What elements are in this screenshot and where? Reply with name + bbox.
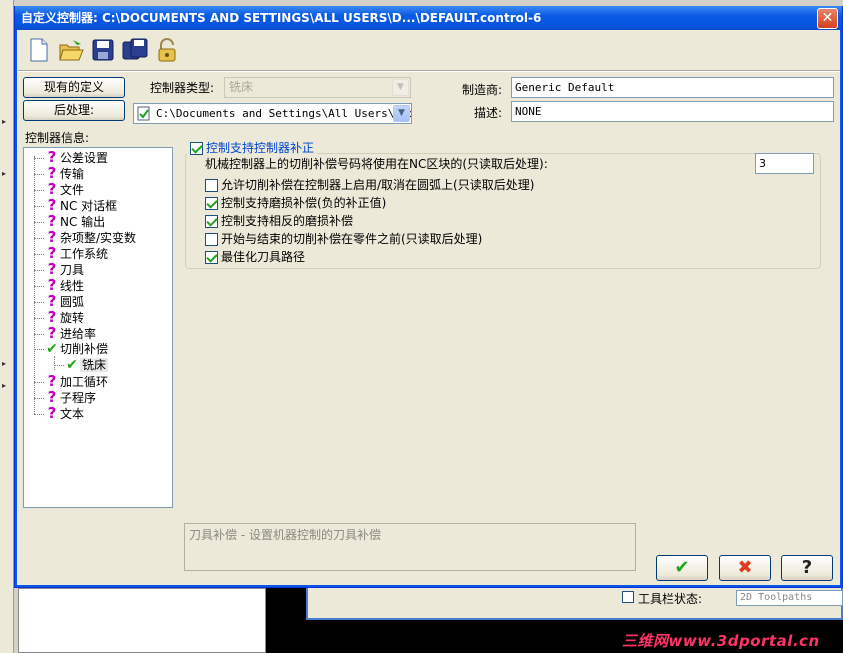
tree-item[interactable]: ? 刀具 xyxy=(34,261,84,277)
chevron-down-icon: ▼ xyxy=(392,79,409,96)
arrow-icon: ▸ xyxy=(2,169,7,178)
checkbox[interactable] xyxy=(205,197,218,210)
compensation-group-checkbox[interactable] xyxy=(190,142,203,155)
toolbar-status-checkbox[interactable] xyxy=(622,591,634,603)
cancel-button[interactable]: ✖ xyxy=(719,555,771,581)
tree-item-selected[interactable]: ✔ 铣床 xyxy=(54,357,109,373)
tree-item[interactable]: ? 进给率 xyxy=(34,325,96,341)
option-start-end-compensation[interactable]: 开始与结束的切削补偿在零件之前(只读取后处理) xyxy=(205,231,482,247)
question-icon: ? xyxy=(47,164,57,182)
customize-controller-dialog: 自定义控制器: C:\DOCUMENTS AND SETTINGS\ALL US… xyxy=(14,6,843,588)
help-button[interactable]: ? xyxy=(781,555,833,581)
question-icon: ? xyxy=(47,372,57,390)
controller-type-label: 控制器类型: xyxy=(150,81,215,95)
help-description-box: 刀具补偿 - 设置机器控制的刀具补偿 xyxy=(184,523,636,571)
option-optimize-toolpath[interactable]: 最佳化刀具路径 xyxy=(205,249,305,265)
controller-type-value: 铣床 xyxy=(229,80,254,94)
manufacturer-label: 制造商: xyxy=(462,83,503,97)
toolbar-status-field[interactable]: 2D Toolpaths xyxy=(736,590,843,606)
save-icon[interactable] xyxy=(89,36,117,64)
checkmark-icon: ✔ xyxy=(66,357,78,373)
option-reverse-wear[interactable]: 控制支持相反的磨损补偿 xyxy=(205,213,353,229)
question-icon: ? xyxy=(47,180,57,198)
checkbox[interactable] xyxy=(205,251,218,264)
tree-item[interactable]: ? 传输 xyxy=(34,165,84,181)
toolbar-separator xyxy=(18,70,840,72)
arrow-icon: ▸ xyxy=(2,381,7,390)
tree-item[interactable]: ? 圆弧 xyxy=(34,293,84,309)
question-icon: ? xyxy=(47,292,57,310)
option-arc-compensation[interactable]: 允许切削补偿在控制器上启用/取消在圆弧上(只读取后处理) xyxy=(205,177,534,193)
existing-definitions-button[interactable]: 现有的定义 xyxy=(23,77,125,98)
chevron-down-icon: ▼ xyxy=(393,105,410,122)
post-path-value: C:\Documents and Settings\All Users\Doc xyxy=(156,107,412,120)
offset-number-field[interactable]: 3 xyxy=(755,153,814,174)
compensation-group-toggle[interactable]: 控制支持控制器补正 xyxy=(187,139,318,156)
question-icon: ? xyxy=(47,276,57,294)
checkmark-icon: ✔ xyxy=(46,341,58,357)
description-label: 描述: xyxy=(474,106,503,120)
tree-item[interactable]: ? 公差设置 xyxy=(34,149,108,165)
controller-info-label: 控制器信息: xyxy=(25,131,90,145)
dialog-title: 自定义控制器: C:\DOCUMENTS AND SETTINGS\ALL US… xyxy=(15,6,842,30)
background-left-strip: ▸ ▸ ▸ ▸ xyxy=(0,0,14,653)
question-icon: ? xyxy=(47,388,57,406)
tree-item[interactable]: ? 杂项整/实变数 xyxy=(34,229,136,245)
checkbox[interactable] xyxy=(205,179,218,192)
manufacturer-field[interactable]: Generic Default xyxy=(511,77,834,98)
option-wear-compensation[interactable]: 控制支持磨损补偿(负的补正值) xyxy=(205,195,386,211)
description-field[interactable]: NONE xyxy=(511,101,834,122)
lock-icon[interactable] xyxy=(153,36,181,64)
post-processor-button[interactable]: 后处理: xyxy=(23,100,125,121)
question-icon: ? xyxy=(47,308,57,326)
background-tree-panel xyxy=(18,588,266,653)
arrow-icon: ▸ xyxy=(2,117,7,126)
tree-item[interactable]: ? NC 对话框 xyxy=(34,197,117,213)
watermark-text: 三维网www.3dportal.cn xyxy=(622,632,820,650)
toolbar-status-label: 工具栏状态: xyxy=(638,592,703,606)
close-button[interactable]: ✕ xyxy=(817,8,838,29)
tree-item[interactable]: ? 线性 xyxy=(34,277,84,293)
tree-item[interactable]: ? 旋转 xyxy=(34,309,84,325)
tree-item[interactable]: ? NC 输出 xyxy=(34,213,105,229)
question-icon: ? xyxy=(47,404,57,422)
offset-label: 机械控制器上的切削补偿号码将使用在NC区块的(只读取后处理): xyxy=(205,157,548,171)
tree-item[interactable]: ? 工作系统 xyxy=(34,245,108,261)
arrow-icon: ▸ xyxy=(2,359,7,368)
question-icon: ? xyxy=(47,260,57,278)
tree-item[interactable]: ✔ 切削补偿 xyxy=(34,341,108,357)
tree-item[interactable]: ? 加工循环 xyxy=(34,373,108,389)
post-path-select[interactable]: C:\Documents and Settings\All Users\Doc … xyxy=(133,103,412,124)
controller-info-tree[interactable]: ? 公差设置 ? 传输 ? 文件 ? NC 对话框 ? NC 输出 ? 杂项整/实变数 ? 工… xyxy=(23,147,173,508)
save-as-icon[interactable] xyxy=(121,36,149,64)
checkbox[interactable] xyxy=(205,233,218,246)
tree-item[interactable]: ? 文件 xyxy=(34,181,84,197)
checkbox[interactable] xyxy=(205,215,218,228)
question-icon: ? xyxy=(47,228,57,246)
question-icon: ? xyxy=(47,324,57,342)
question-icon: ? xyxy=(47,212,57,230)
tree-item[interactable]: ? 子程序 xyxy=(34,389,96,405)
ok-button[interactable]: ✔ xyxy=(656,555,708,581)
controller-type-select[interactable]: 铣床 ▼ xyxy=(224,77,411,98)
question-icon: ? xyxy=(47,196,57,214)
file-check-icon xyxy=(137,106,151,123)
question-icon: ? xyxy=(47,244,57,262)
question-icon: ? xyxy=(47,148,57,166)
tree-item[interactable]: ? 文本 xyxy=(34,405,84,421)
open-folder-icon[interactable] xyxy=(57,36,85,64)
new-file-icon[interactable] xyxy=(25,36,53,64)
